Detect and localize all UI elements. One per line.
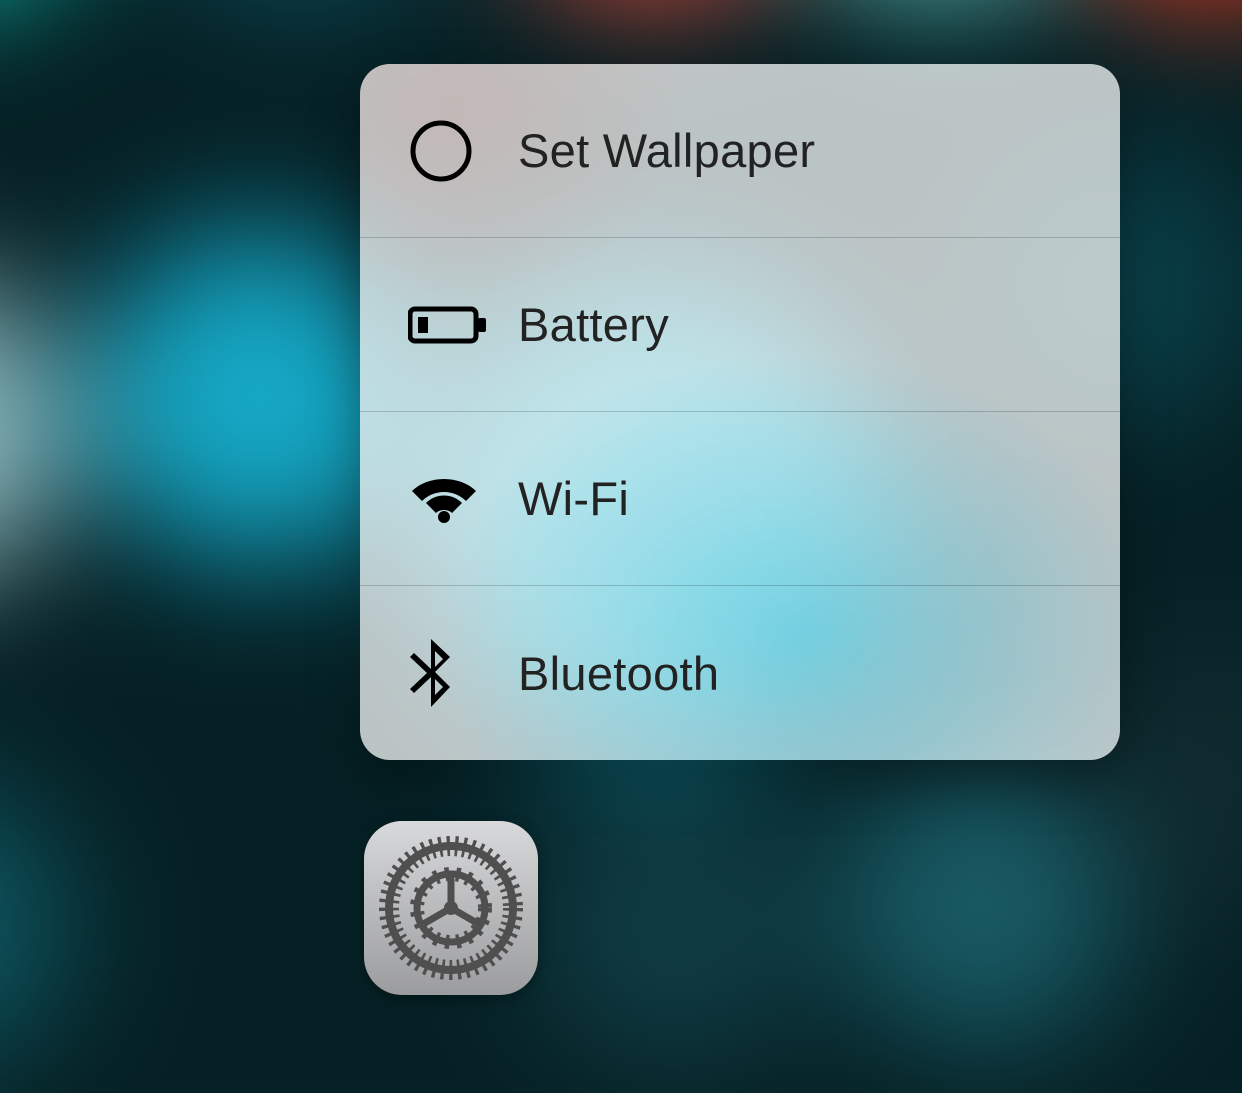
bluetooth-icon (408, 637, 518, 709)
quick-action-battery[interactable]: Battery (360, 238, 1120, 412)
quick-action-bluetooth[interactable]: Bluetooth (360, 586, 1120, 760)
quick-action-label: Set Wallpaper (518, 123, 815, 178)
quick-action-set-wallpaper[interactable]: Set Wallpaper (360, 64, 1120, 238)
wifi-icon (408, 473, 518, 525)
circle-outline-icon (408, 118, 518, 184)
quick-action-label: Wi-Fi (518, 471, 629, 526)
quick-action-label: Battery (518, 297, 669, 352)
gear-icon (378, 835, 524, 981)
battery-low-icon (408, 305, 518, 345)
quick-action-label: Bluetooth (518, 646, 719, 701)
settings-quick-action-menu: Set Wallpaper Battery Wi-Fi (360, 64, 1120, 760)
settings-app-icon[interactable] (364, 821, 538, 995)
quick-action-wifi[interactable]: Wi-Fi (360, 412, 1120, 586)
